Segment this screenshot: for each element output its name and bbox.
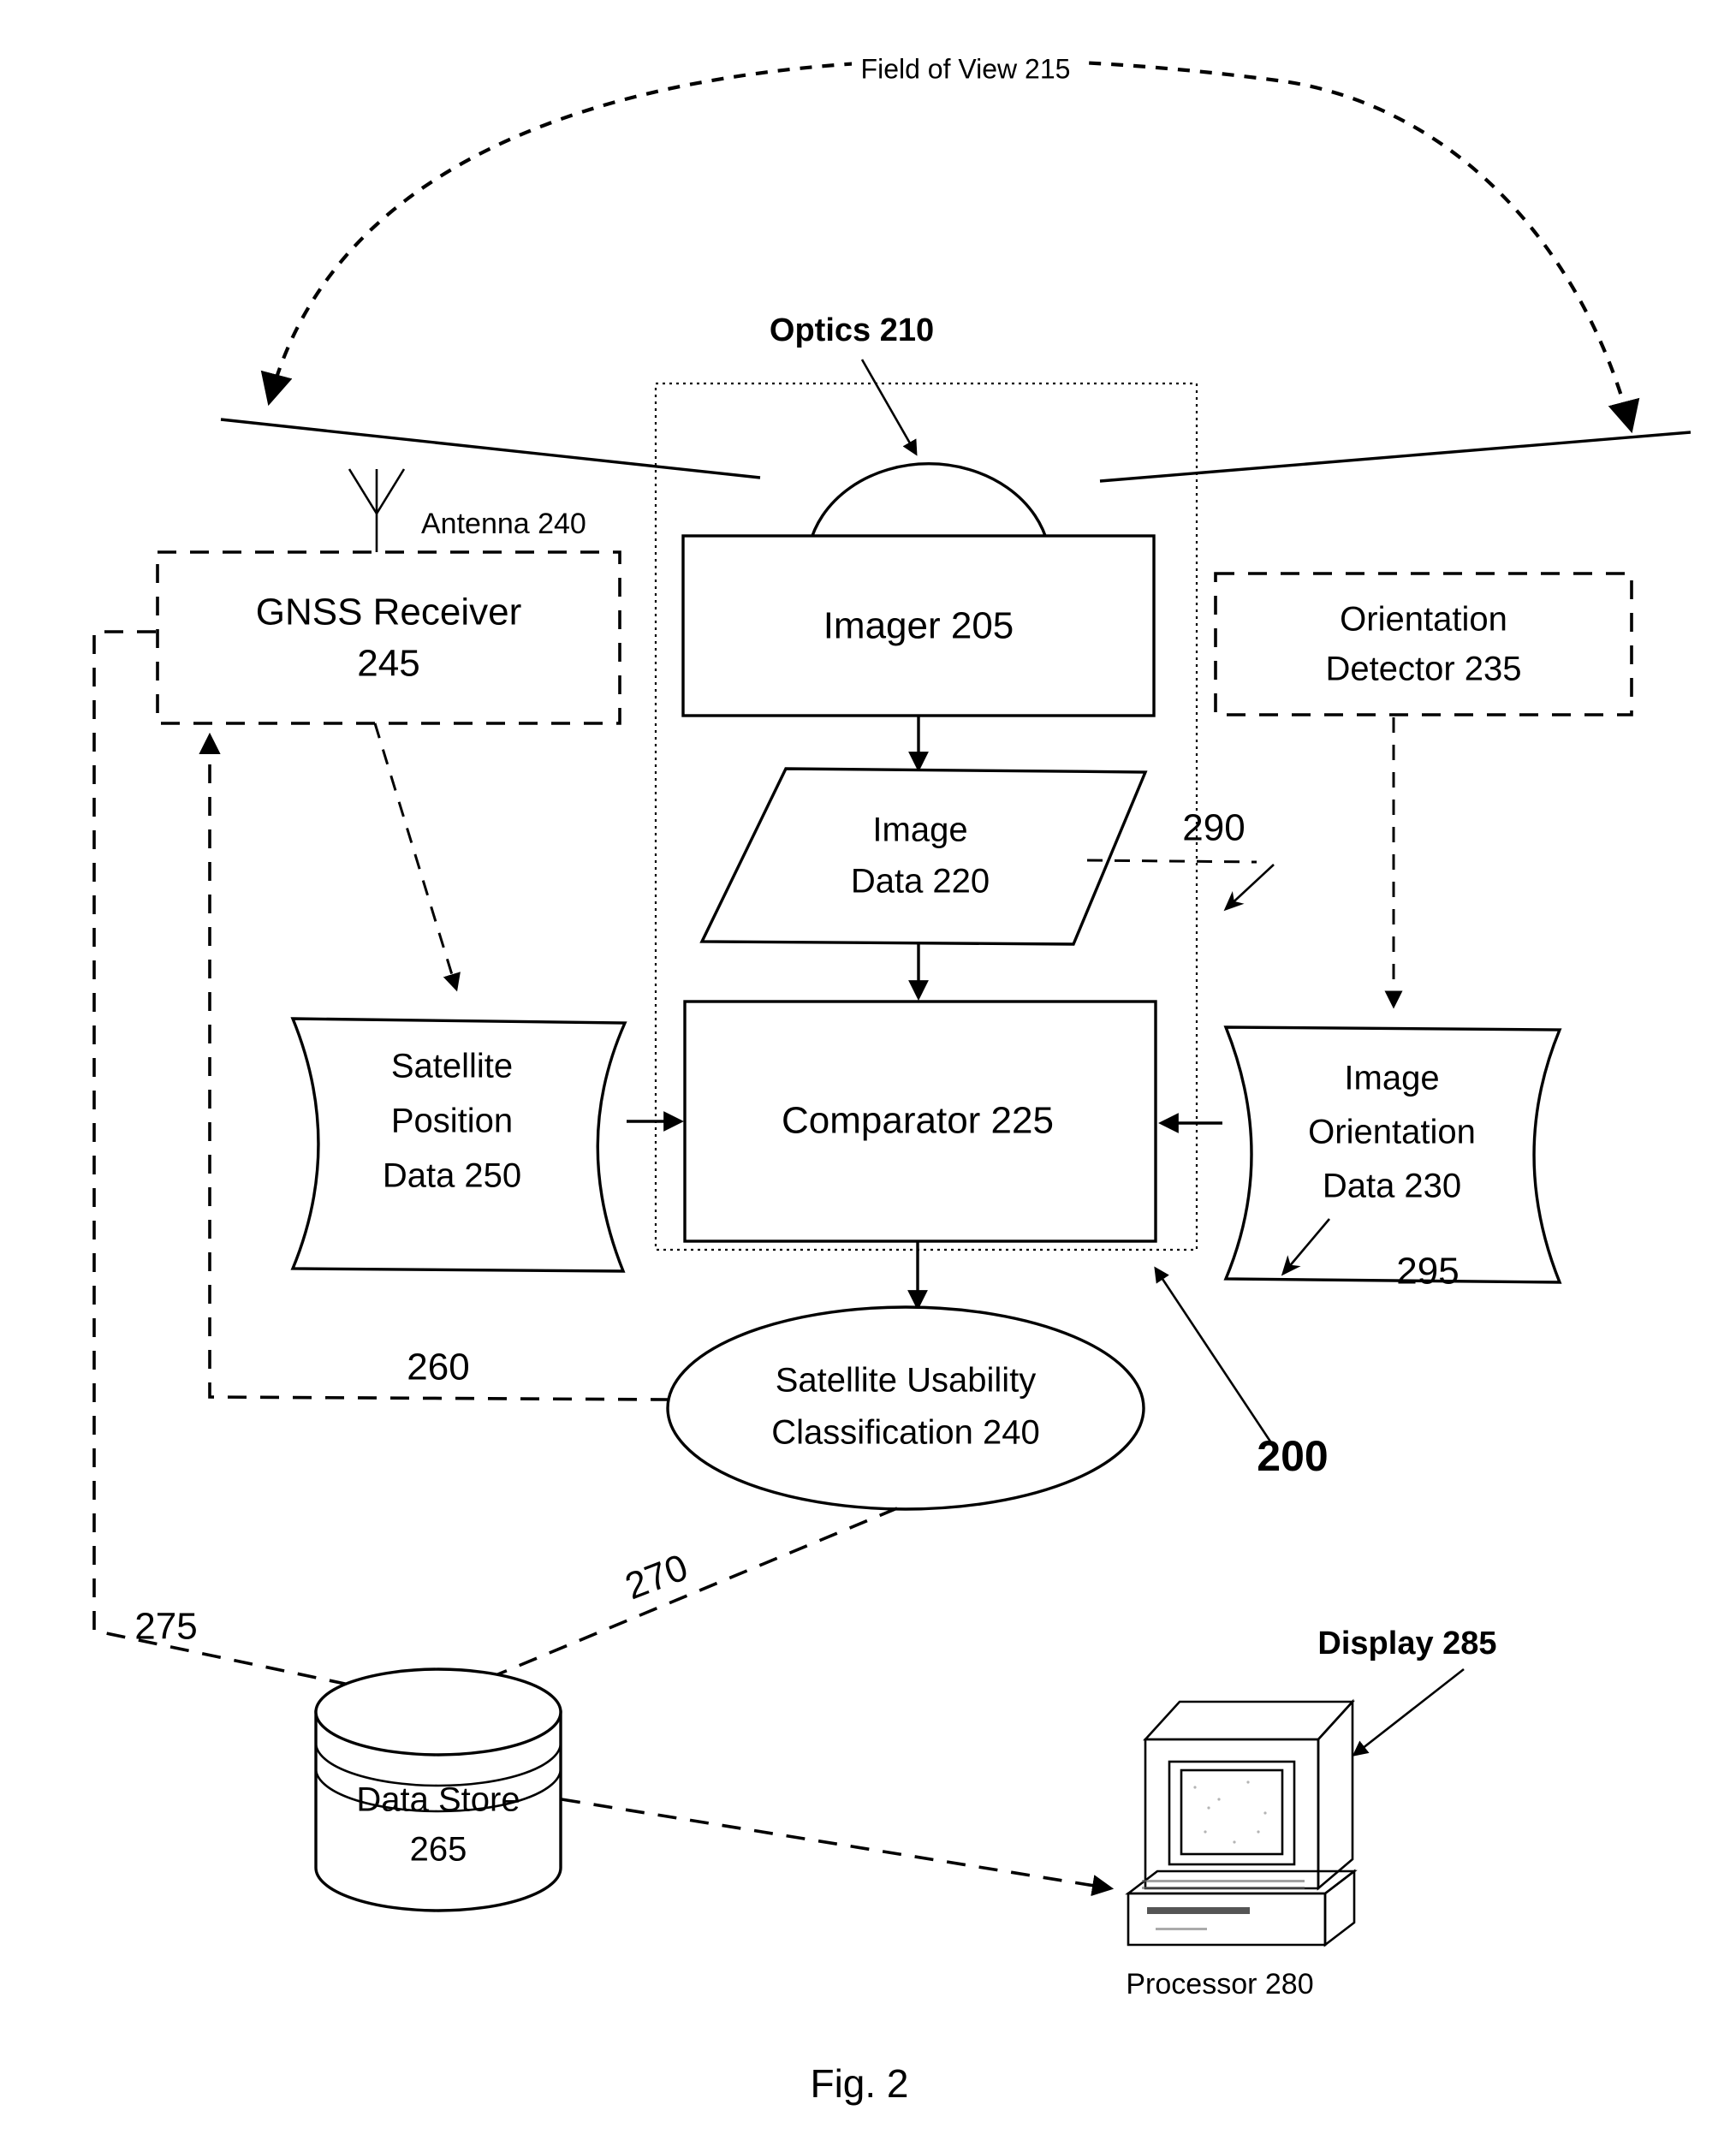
gnss-receiver-box <box>156 550 621 725</box>
satellite-position-data-line1: Satellite <box>391 1048 513 1085</box>
patent-figure: Field of View 215 Field of View 215 Ante… <box>0 0 1736 2140</box>
orientation-detector-label-line1: Orientation <box>1340 601 1507 639</box>
sight-line-left <box>220 418 761 479</box>
ref-260-label: 260 <box>407 1346 469 1388</box>
display-leader-line <box>1352 1667 1465 1757</box>
image-data-label-line2: Data 220 <box>851 863 990 901</box>
image-data-label-line1: Image <box>872 811 967 849</box>
satellite-usability-line2: Classification 240 <box>771 1414 1040 1452</box>
processor-computer-illustration <box>1125 1698 1358 1947</box>
ref-200-leader <box>1154 1266 1275 1447</box>
satellite-position-data-line2: Position <box>391 1103 513 1140</box>
display-label: Display 285 <box>1317 1626 1496 1661</box>
sight-lines <box>220 418 1691 483</box>
processor-label: Processor 280 <box>1126 1968 1313 2000</box>
field-of-view-label-top: Field of View 215 <box>861 53 1071 84</box>
ref-200-label: 200 <box>1257 1432 1328 1480</box>
sight-line-right <box>1099 431 1691 483</box>
satellite-usability-ellipse <box>666 1305 1145 1511</box>
figure-canvas: Field of View 215 Field of View 215 Ante… <box>92 51 1691 2106</box>
satellite-usability-line1: Satellite Usability <box>776 1362 1037 1400</box>
image-orientation-data-line1: Image <box>1344 1060 1439 1097</box>
antenna-icon <box>348 468 406 552</box>
orientation-detector-label-line2: Detector 235 <box>1325 651 1521 688</box>
image-data-parallelogram <box>699 767 1148 946</box>
arrow-gnss-to-satellite-position <box>373 722 461 992</box>
optics-leader-line <box>860 359 918 456</box>
satellite-position-data-line3: Data 250 <box>383 1157 521 1195</box>
figure-caption: Fig. 2 <box>810 2061 908 2106</box>
ref-295-label: 295 <box>1396 1251 1459 1293</box>
path-datastore-to-processor <box>561 1798 1115 1897</box>
field-of-view-arc <box>260 57 1640 434</box>
gnss-receiver-label-line2: 245 <box>357 643 419 685</box>
imager-label: Imager 205 <box>823 605 1014 647</box>
orientation-detector-box <box>1214 572 1633 716</box>
image-orientation-data-line3: Data 230 <box>1323 1168 1461 1205</box>
comparator-label: Comparator 225 <box>782 1100 1054 1142</box>
ref-290-leader-group <box>1086 859 1275 912</box>
data-store-line1: Data Store <box>356 1781 520 1819</box>
ref-290-pointer <box>1223 864 1275 912</box>
ref-290-label: 290 <box>1182 807 1245 849</box>
image-orientation-data-line2: Orientation <box>1308 1114 1476 1151</box>
antenna-label: Antenna 240 <box>421 508 586 540</box>
path-270-usability-to-datastore <box>435 1507 898 1703</box>
ref-290-leader <box>1086 859 1257 864</box>
ref-275-label: 275 <box>134 1606 197 1648</box>
optics-label: Optics 210 <box>770 312 934 348</box>
gnss-receiver-label-line1: GNSS Receiver <box>256 591 522 633</box>
data-store-line2: 265 <box>410 1831 467 1869</box>
field-of-view-arc-group <box>260 57 1640 434</box>
